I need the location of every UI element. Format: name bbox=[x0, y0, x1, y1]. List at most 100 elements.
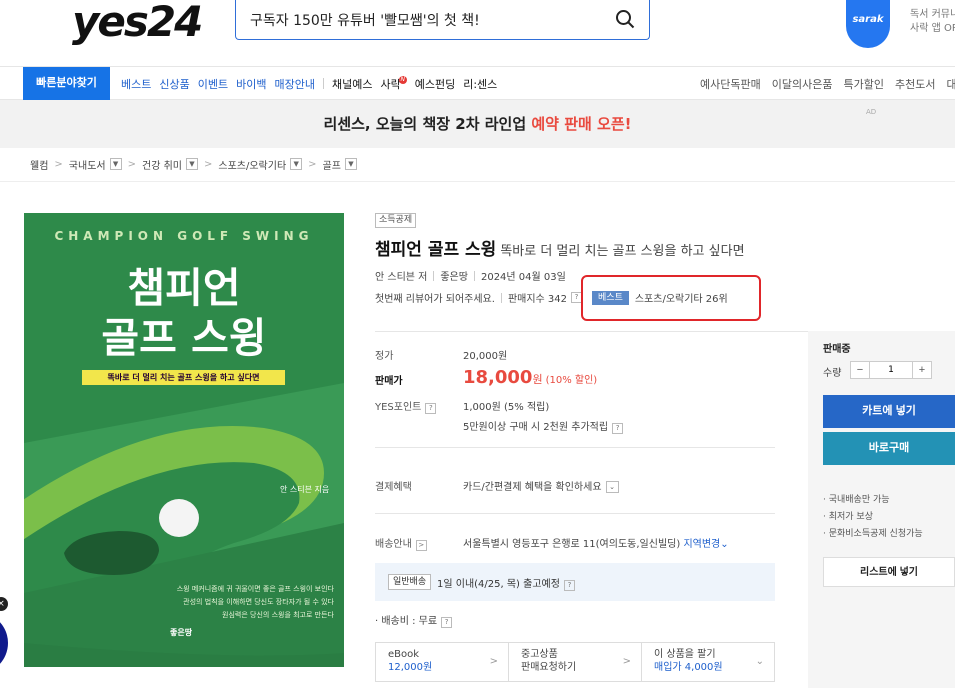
quantity-stepper: − + bbox=[850, 361, 932, 379]
help-icon[interactable]: ? bbox=[612, 423, 624, 434]
delivery-label: 배송안내 > bbox=[375, 535, 427, 551]
add-to-cart-button[interactable]: 카트에 넣기 bbox=[823, 395, 955, 428]
purchase-panel: 판매중 수량 − + 카트에 넣기 바로구매 · 국내배송만 가능 · 최저가 … bbox=[808, 331, 955, 688]
promo-banner[interactable]: 리센스, 오늘의 책장 2차 라인업 예약 판매 오픈! bbox=[0, 100, 955, 148]
help-icon[interactable]: ? bbox=[441, 617, 453, 628]
list-price-value: 20,000원 bbox=[463, 351, 508, 362]
sale-price-value: 18,000 bbox=[463, 367, 533, 388]
nav-left-menu: 베스트 신상품 이벤트 바이백 매장안내 채널예스 사락N 예스펀딩 리:센스 bbox=[121, 67, 505, 100]
sale-price-unit: 원 bbox=[532, 373, 543, 386]
breadcrumb-sports[interactable]: 스포츠/오락기타 bbox=[218, 157, 286, 172]
chevron-down-icon[interactable]: ⌄ bbox=[605, 481, 619, 493]
chevron-down-icon[interactable]: ⌄ bbox=[720, 539, 728, 550]
cover-title-line2: 골프 스윙 bbox=[101, 314, 267, 362]
sarak-line2: 사락 앱 OP bbox=[910, 23, 955, 34]
cover-title-line1: 챔피언 bbox=[127, 264, 241, 312]
help-icon[interactable]: ? bbox=[425, 403, 437, 414]
divider bbox=[473, 270, 475, 281]
cover-author: 안 스티븐 지음 bbox=[280, 485, 330, 494]
note-lowest-price: · 최저가 보상 bbox=[823, 512, 873, 522]
option-sell[interactable]: 이 상품을 팔기 매입가 4,000원 ⌄ bbox=[642, 643, 774, 681]
nav-item-buyback[interactable]: 바이백 bbox=[236, 76, 266, 92]
product-title: 챔피언 골프 스윙 bbox=[375, 240, 497, 260]
shipping-estimate-text: 1일 이내(4/25, 목) 출고예정 bbox=[437, 579, 560, 590]
quick-category-button[interactable]: 빠른분야찾기 bbox=[23, 67, 110, 100]
benefit-text: 카드/간편결제 혜택을 확인하세요 bbox=[463, 482, 602, 493]
chevron-right-icon: > bbox=[127, 158, 136, 170]
nav-item-sarak-label: 사락 bbox=[380, 77, 401, 91]
cover-blurb-line1: 스윙 메커니즘에 귀 귀울이면 좋은 골프 스윙이 보인다 bbox=[176, 585, 334, 593]
close-icon[interactable]: × bbox=[0, 597, 8, 611]
side-notes: · 국내배송만 가능 · 최저가 보상 · 문화비소득공제 신청가능 bbox=[823, 492, 923, 543]
search-box[interactable] bbox=[235, 0, 650, 40]
first-review-link[interactable]: 첫번째 리뷰어가 되어주세요. bbox=[375, 290, 495, 305]
chevron-right-icon[interactable]: > bbox=[415, 540, 427, 551]
quantity-label: 수량 bbox=[823, 368, 842, 379]
cover-blurb: 스윙 메커니즘에 귀 귀울이면 좋은 골프 스윙이 보인다 관성의 법칙을 이해… bbox=[24, 583, 342, 622]
sarak-app-badge[interactable]: sarak bbox=[846, 0, 890, 48]
best-rank-highlight bbox=[581, 275, 761, 321]
note-culture-deduction: · 문화비소득공제 신청가능 bbox=[823, 529, 923, 539]
shipping-fee-text: · 배송비 : 무료 bbox=[375, 616, 438, 627]
breadcrumb-health[interactable]: 건강 취미 bbox=[142, 157, 182, 172]
chevron-down-icon[interactable]: ▼ bbox=[185, 158, 198, 170]
chevron-right-icon: > bbox=[203, 158, 213, 170]
banner-highlight: 예약 판매 오픈! bbox=[531, 115, 632, 133]
minus-icon[interactable]: − bbox=[851, 362, 869, 378]
shipping-fee: · 배송비 : 무료? bbox=[375, 612, 453, 628]
help-icon[interactable]: ? bbox=[563, 580, 575, 591]
author-link[interactable]: 안 스티븐 저 bbox=[375, 268, 427, 283]
nav-item-more[interactable]: 대한 bbox=[946, 76, 955, 92]
cover-top-text: CHAMPION GOLF SWING bbox=[54, 229, 314, 243]
divider bbox=[0, 181, 955, 182]
breadcrumb-home[interactable]: 웰컴 bbox=[30, 157, 48, 172]
nav-item-recommend[interactable]: 추천도서 bbox=[895, 76, 935, 92]
address-change-link[interactable]: 지역변경 bbox=[683, 539, 720, 550]
benefit-value[interactable]: 카드/간편결제 혜택을 확인하세요 ⌄ bbox=[463, 478, 619, 493]
nav-item-event[interactable]: 이벤트 bbox=[198, 76, 228, 92]
floating-widget[interactable] bbox=[0, 612, 8, 674]
buy-now-button[interactable]: 바로구매 bbox=[823, 432, 955, 465]
search-icon[interactable] bbox=[615, 9, 635, 29]
option-used[interactable]: 중고상품 판매요청하기 > bbox=[509, 643, 642, 681]
new-dot-badge: N bbox=[398, 75, 407, 84]
benefit-label: 결제혜택 bbox=[375, 482, 412, 493]
nav-item-best[interactable]: 베스트 bbox=[121, 76, 151, 92]
plus-icon[interactable]: + bbox=[913, 362, 931, 378]
chevron-down-icon[interactable]: ▼ bbox=[344, 158, 357, 170]
cover-blurb-line3: 원심력은 당신의 스윙을 최고로 만든다 bbox=[222, 611, 334, 619]
nav-item-new[interactable]: 신상품 bbox=[159, 76, 189, 92]
add-to-list-button[interactable]: 리스트에 넣기 bbox=[823, 557, 955, 587]
divider bbox=[375, 447, 775, 448]
option-ebook[interactable]: eBook 12,000원 > bbox=[376, 643, 509, 681]
nav-item-yesfunding[interactable]: 예스펀딩 bbox=[415, 76, 455, 92]
search-input[interactable] bbox=[250, 8, 610, 32]
chevron-right-icon: > bbox=[622, 656, 631, 667]
divider bbox=[375, 513, 775, 514]
nav-item-sarak[interactable]: 사락N bbox=[380, 75, 407, 92]
sarak-promo-text[interactable]: 독서 커뮤니 사락 앱 OP bbox=[910, 8, 955, 36]
yes-point-extra: 5만원이상 구매 시 2천원 추가적립? bbox=[463, 418, 624, 434]
book-cover[interactable]: CHAMPION GOLF SWING 챔피언 골프 스윙 똑바로 더 멀리 치… bbox=[24, 213, 344, 667]
nav-item-gift[interactable]: 이달의사은품 bbox=[772, 76, 833, 92]
chevron-right-icon: > bbox=[54, 158, 63, 170]
nav-item-license[interactable]: 리:센스 bbox=[463, 76, 497, 92]
nav-item-discount[interactable]: 특가할인 bbox=[843, 76, 883, 92]
quantity-input[interactable] bbox=[869, 362, 913, 378]
sale-status: 판매중 bbox=[823, 344, 851, 355]
publisher-link[interactable]: 좋은땅 bbox=[440, 268, 468, 283]
breadcrumb-golf[interactable]: 골프 bbox=[323, 157, 341, 172]
option-sell-price: 매입가 4,000원 bbox=[654, 662, 723, 673]
ad-mark: AD bbox=[866, 108, 877, 116]
yes24-logo[interactable]: yes24 bbox=[72, 0, 203, 44]
nav-divider bbox=[322, 78, 324, 89]
chevron-down-icon[interactable]: ▼ bbox=[109, 158, 122, 170]
nav-item-channel-yes[interactable]: 채널예스 bbox=[332, 76, 372, 92]
nav-item-store[interactable]: 매장안내 bbox=[275, 76, 315, 92]
chevron-right-icon: > bbox=[489, 656, 498, 667]
sale-price-label: 판매가 bbox=[375, 376, 403, 387]
breadcrumb-domestic[interactable]: 국내도서 bbox=[69, 157, 106, 172]
chevron-down-icon[interactable]: ▼ bbox=[290, 158, 303, 170]
shipping-info-box: 일반배송 1일 이내(4/25, 목) 출고예정? bbox=[375, 563, 775, 601]
nav-item-exclusive[interactable]: 예사단독판매 bbox=[700, 76, 761, 92]
